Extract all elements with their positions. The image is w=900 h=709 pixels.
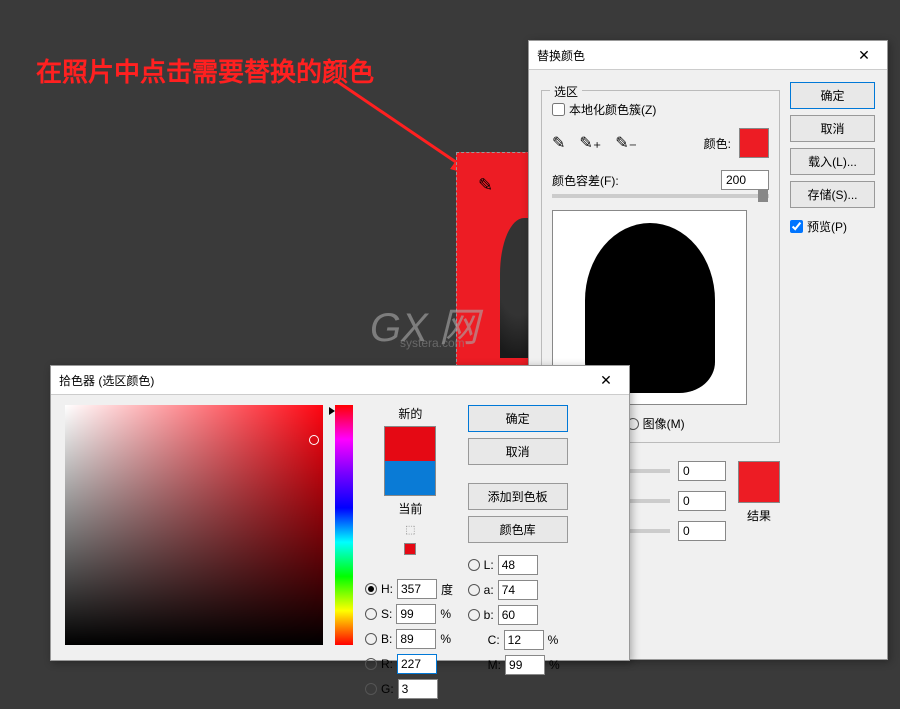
new-color-swatch <box>385 427 435 461</box>
sat-value-input[interactable] <box>678 491 726 511</box>
tolerance-input[interactable] <box>721 170 769 190</box>
h-label: H: <box>381 582 393 596</box>
h-radio[interactable] <box>365 583 377 595</box>
replace-color-title: 替换颜色 <box>537 47 585 64</box>
c-label: C: <box>488 633 500 647</box>
color-picker-titlebar[interactable]: 拾色器 (选区颜色) ✕ <box>51 366 629 395</box>
r-label: R: <box>381 657 393 671</box>
b2-label: b: <box>484 608 494 622</box>
localized-label: 本地化颜色簇(Z) <box>569 101 656 118</box>
hue-value-input[interactable] <box>678 461 726 481</box>
hue-strip[interactable] <box>335 405 353 645</box>
add-swatch-button[interactable]: 添加到色板 <box>468 483 568 510</box>
picker-close-icon[interactable]: ✕ <box>591 370 621 390</box>
g-radio[interactable] <box>365 683 377 695</box>
eyedropper-plus-icon[interactable]: ✎₊ <box>579 133 601 153</box>
color-picker-title: 拾色器 (选区颜色) <box>59 372 154 389</box>
tolerance-slider[interactable]: .slider::after{left:var(--pos,50%)} <box>552 194 769 198</box>
eyedropper-cursor-icon: ✎ <box>478 175 493 196</box>
c-input[interactable] <box>504 630 544 650</box>
new-color-label: 新的 <box>398 405 422 422</box>
tolerance-label: 颜色容差(F): <box>552 172 619 189</box>
s-label: S: <box>381 607 392 621</box>
light-value-input[interactable] <box>678 521 726 541</box>
hue-indicator <box>329 407 335 415</box>
b-radio[interactable] <box>365 633 377 645</box>
s-unit: % <box>440 607 454 621</box>
l-radio[interactable] <box>468 559 480 571</box>
replace-color-titlebar[interactable]: 替换颜色 ✕ <box>529 41 887 70</box>
c-unit: % <box>548 633 562 647</box>
s-radio[interactable] <box>365 608 377 620</box>
eyedropper-icon[interactable]: ✎ <box>552 133 565 153</box>
color-lib-button[interactable]: 颜色库 <box>468 516 568 543</box>
l-label: L: <box>484 558 494 572</box>
current-color-label: 当前 <box>398 500 422 517</box>
h-unit: 度 <box>441 581 455 598</box>
new-current-swatch[interactable] <box>384 426 436 496</box>
m-input[interactable] <box>505 655 545 675</box>
result-label: 结果 <box>738 507 780 524</box>
ok-button[interactable]: 确定 <box>790 82 875 109</box>
r-radio[interactable] <box>365 658 377 670</box>
h-input[interactable] <box>397 579 437 599</box>
sv-indicator <box>309 435 319 445</box>
picker-cancel-button[interactable]: 取消 <box>468 438 568 465</box>
color-label: 颜色: <box>704 135 731 152</box>
load-button[interactable]: 载入(L)... <box>790 148 875 175</box>
g-input[interactable] <box>398 679 438 699</box>
color-picker-dialog: 拾色器 (选区颜色) ✕ 新的 当前 ⬚ H:度 S:% B:% R: <box>50 365 630 661</box>
watermark-subtext: systera.com <box>400 336 465 350</box>
cancel-button[interactable]: 取消 <box>790 115 875 142</box>
b2-radio[interactable] <box>468 609 480 621</box>
close-icon[interactable]: ✕ <box>849 45 879 65</box>
r-input[interactable] <box>397 654 437 674</box>
result-color-swatch[interactable] <box>738 461 780 503</box>
m-label: M: <box>488 658 501 672</box>
b-label: B: <box>381 632 392 646</box>
gamut-warning-icon[interactable]: ⬚ <box>405 523 415 536</box>
picker-ok-button[interactable]: 确定 <box>468 405 568 432</box>
b-input[interactable] <box>396 629 436 649</box>
l-input[interactable] <box>498 555 538 575</box>
instruction-annotation: 在照片中点击需要替换的颜色 <box>36 52 374 89</box>
s-input[interactable] <box>396 604 436 624</box>
a-label: a: <box>484 583 494 597</box>
selection-group-label: 选区 <box>550 83 582 100</box>
localized-checkbox[interactable] <box>552 103 565 116</box>
mode-image-label: 图像(M) <box>643 415 685 432</box>
current-color-swatch <box>385 461 435 495</box>
eyedropper-minus-icon[interactable]: ✎₋ <box>615 133 637 153</box>
source-color-swatch[interactable] <box>739 128 769 158</box>
b2-input[interactable] <box>498 605 538 625</box>
a-input[interactable] <box>498 580 538 600</box>
preview-label: 预览(P) <box>807 218 847 235</box>
saturation-value-field[interactable] <box>65 405 323 645</box>
a-radio[interactable] <box>468 584 480 596</box>
save-button[interactable]: 存储(S)... <box>790 181 875 208</box>
b-unit: % <box>440 632 454 646</box>
m-unit: % <box>549 658 563 672</box>
websafe-swatch[interactable] <box>404 543 416 555</box>
preview-checkbox[interactable] <box>790 220 803 233</box>
g-label: G: <box>381 682 394 696</box>
